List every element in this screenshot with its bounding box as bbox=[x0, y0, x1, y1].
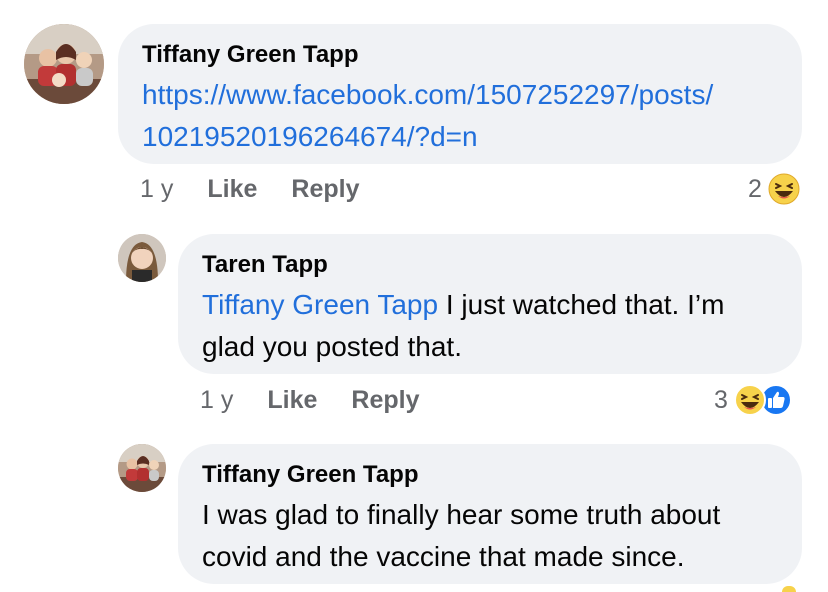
avatar-tiffany-green-tapp[interactable] bbox=[24, 24, 104, 104]
avatar-tiffany-green-tapp[interactable] bbox=[118, 444, 166, 492]
comment-bubble: Taren Tapp Tiffany Green Tapp I just wat… bbox=[178, 234, 802, 374]
avatar-taren-tapp[interactable] bbox=[118, 234, 166, 282]
comment-body-line-1: I was glad to finally hear some truth ab… bbox=[202, 499, 721, 530]
comment-author[interactable]: Tiffany Green Tapp bbox=[142, 40, 778, 70]
avatar-photo-icon bbox=[118, 234, 166, 282]
haha-icon bbox=[768, 173, 800, 205]
reply-button[interactable]: Reply bbox=[291, 175, 359, 204]
comment-link-line-2[interactable]: 10219520196264674/?d=n bbox=[142, 116, 778, 158]
reaction-count: 3 bbox=[714, 385, 728, 414]
avatar-photo-icon bbox=[118, 444, 166, 492]
comment-author[interactable]: Taren Tapp bbox=[202, 250, 778, 280]
comment-bubble: Tiffany Green Tapp https://www.facebook.… bbox=[118, 24, 802, 164]
comment-timestamp[interactable]: 1 y bbox=[200, 386, 233, 415]
comment-body-line-2: covid and the vaccine that made since. bbox=[202, 541, 685, 572]
avatar-photo-icon bbox=[24, 24, 104, 104]
comment-thread: Tiffany Green Tapp https://www.facebook.… bbox=[0, 0, 828, 592]
like-button[interactable]: Like bbox=[207, 175, 257, 204]
comment-actions: 1 y Like Reply bbox=[200, 383, 453, 417]
comment-body: Tiffany Green Tapp I just watched that. … bbox=[202, 284, 778, 368]
reaction-summary[interactable]: 3 bbox=[714, 383, 792, 417]
reaction-peek-icon bbox=[782, 586, 796, 592]
comment-mention[interactable]: Tiffany Green Tapp bbox=[202, 289, 438, 320]
comment-author[interactable]: Tiffany Green Tapp bbox=[202, 460, 778, 490]
comment-body: I was glad to finally hear some truth ab… bbox=[202, 494, 778, 578]
like-button[interactable]: Like bbox=[267, 386, 317, 415]
comment-bubble: Tiffany Green Tapp I was glad to finally… bbox=[178, 444, 802, 584]
comment-body-line-2: glad you posted that. bbox=[202, 331, 462, 362]
comment-body-line-1: I just watched that. I’m bbox=[438, 289, 725, 320]
reaction-summary[interactable]: 2 bbox=[748, 172, 800, 206]
comment-link[interactable]: https://www.facebook.com/1507252297/post… bbox=[142, 74, 778, 158]
reaction-count: 2 bbox=[748, 174, 762, 203]
comment-link-line-1[interactable]: https://www.facebook.com/1507252297/post… bbox=[142, 74, 778, 116]
comment-timestamp[interactable]: 1 y bbox=[140, 175, 173, 204]
haha-icon bbox=[733, 384, 766, 416]
comment-actions: 1 y Like Reply bbox=[140, 172, 393, 206]
reply-button[interactable]: Reply bbox=[351, 386, 419, 415]
